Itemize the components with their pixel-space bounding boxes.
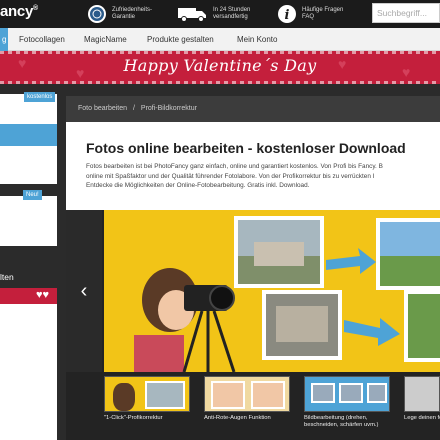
breadcrumb-current: Profi-Bildkorrektur xyxy=(140,105,197,112)
free-tag: kostenlos xyxy=(24,92,56,102)
nav-item-mein-konto[interactable]: Mein Konto xyxy=(237,28,277,51)
logo[interactable]: ancy® xyxy=(0,3,38,20)
thumbnail-caption: Anti-Rote-Augen Funktion xyxy=(204,415,271,421)
sidebar-panel-bottom xyxy=(0,304,57,440)
chevron-left-icon[interactable]: ‹ xyxy=(66,210,102,372)
faq-badge[interactable]: i Häufige Fragen FAQ xyxy=(276,2,343,26)
thumbnail-caption: "1-Click"-Profikorrektur xyxy=(104,415,163,421)
nav-item-fotocollagen[interactable]: Fotocollagen xyxy=(19,28,65,51)
breadcrumb-separator: / xyxy=(133,105,135,112)
shipping-badge[interactable]: In 24 Stunden versandfertig xyxy=(177,2,250,26)
sidebar-panel-middle xyxy=(0,196,57,246)
badge-text: Zufriedenheits- Garantie xyxy=(112,6,153,21)
valentines-banner[interactable]: ♥ ♥ ♥ ♥ Happy Valentine´s Day xyxy=(0,51,440,84)
thumbnail-image xyxy=(304,376,390,412)
banner-lace-top xyxy=(0,51,440,54)
sidebar: kostenlos Neu! lten ♥♥ xyxy=(0,84,62,440)
thumbnail-caption: Lege deinen fest xyxy=(404,415,440,421)
intro-text: Fotos bearbeiten ist bei PhotoFancy ganz… xyxy=(86,163,383,189)
delivery-truck-icon xyxy=(177,3,209,25)
svg-text:i: i xyxy=(285,8,290,23)
nav-item-active[interactable]: g xyxy=(0,28,9,51)
thumbnail-item[interactable]: Anti-Rote-Augen Funktion xyxy=(204,376,292,440)
sidebar-active-item[interactable] xyxy=(0,124,57,146)
satisfaction-badge[interactable]: Zufriedenheits- Garantie xyxy=(86,2,152,26)
breadcrumb-link[interactable]: Foto bearbeiten xyxy=(78,105,127,112)
new-tag: Neu! xyxy=(23,190,42,200)
top-bar: ancy® Zufriedenheits- Garantie In 24 Stu… xyxy=(0,0,440,28)
thumbnail-image xyxy=(204,376,290,412)
feature-slider: ‹ "1-Click"-Profikorrektur Anti-Rote-Aug… xyxy=(66,210,440,440)
page-title: Fotos online bearbeiten - kostenloser Do… xyxy=(86,140,406,156)
breadcrumb: Foto bearbeiten / Profi-Bildkorrektur xyxy=(66,96,440,122)
hearts-icon: ♥♥ xyxy=(36,289,50,301)
badge-text: In 24 Stunden versandfertig xyxy=(213,6,251,21)
thumbnail-item[interactable]: Bildbearbeitung (drehen, beschneiden, sc… xyxy=(304,376,392,440)
thumbnail-item[interactable]: Lege deinen fest xyxy=(404,376,440,440)
thumbnail-caption: Bildbearbeitung (drehen, beschneiden, sc… xyxy=(304,415,379,428)
thumbnail-image xyxy=(404,376,440,412)
main-content: Foto bearbeiten / Profi-Bildkorrektur Fo… xyxy=(66,96,440,440)
award-seal-icon xyxy=(86,3,108,25)
slider-thumbnails: "1-Click"-Profikorrektur Anti-Rote-Augen… xyxy=(104,376,440,440)
search-input[interactable]: Suchbegriff... xyxy=(372,3,440,23)
sidebar-label[interactable]: lten xyxy=(0,272,14,282)
badge-text: Häufige Fragen FAQ xyxy=(302,6,344,21)
nav-item-magicname[interactable]: MagicName xyxy=(84,28,127,51)
banner-title: Happy Valentine´s Day xyxy=(123,56,317,75)
thumbnail-item[interactable]: "1-Click"-Profikorrektur xyxy=(104,376,192,440)
slide-illustration xyxy=(134,216,440,372)
banner-lace-bottom xyxy=(0,81,440,84)
slider-stage-image[interactable] xyxy=(104,210,440,372)
sidebar-valentine-bar[interactable]: ♥♥ xyxy=(0,288,57,304)
info-icon: i xyxy=(276,3,298,25)
main-navigation: g Fotocollagen MagicName Produkte gestal… xyxy=(0,28,440,51)
thumbnail-image xyxy=(104,376,190,412)
nav-item-produkte-gestalten[interactable]: Produkte gestalten xyxy=(147,28,214,51)
